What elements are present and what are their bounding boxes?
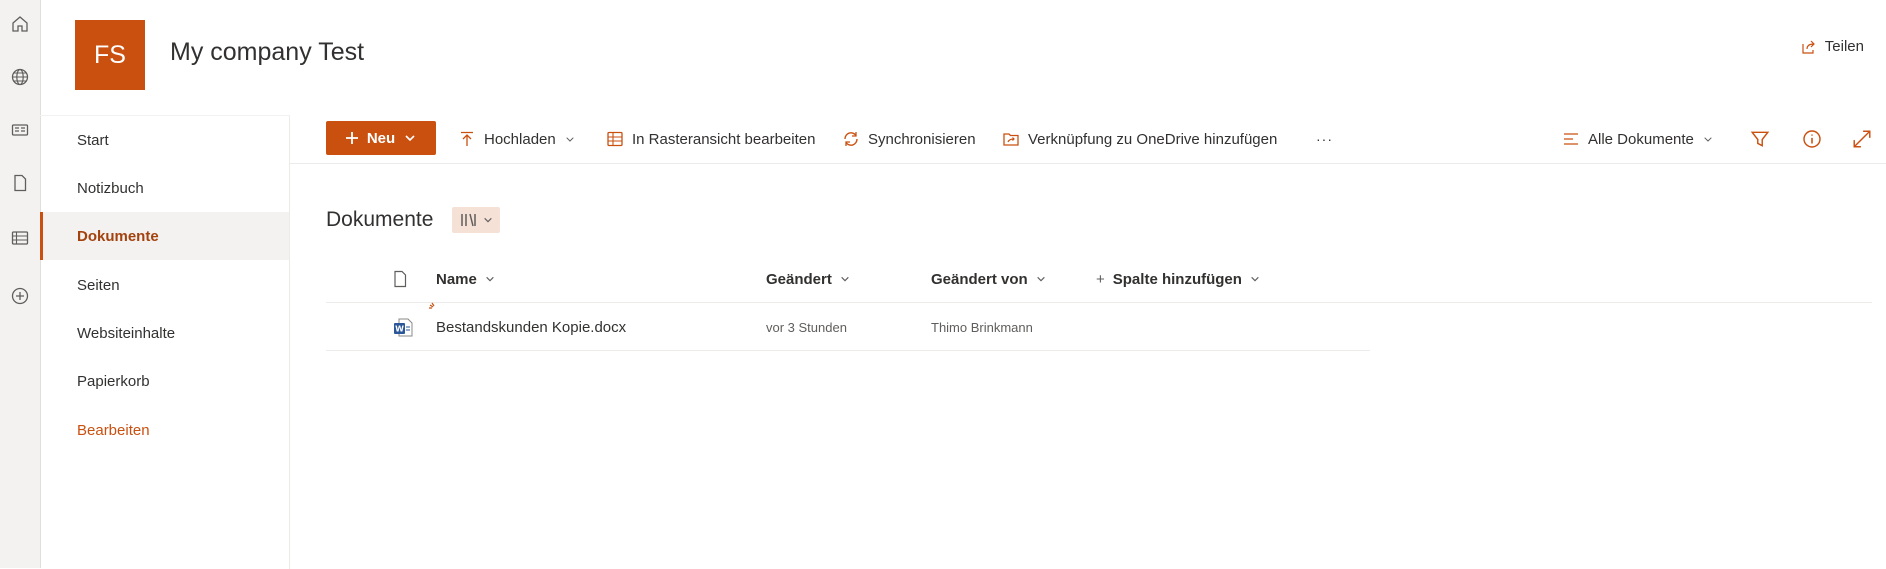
news-icon[interactable] — [0, 110, 40, 150]
view-switcher-button[interactable] — [452, 207, 500, 233]
chevron-down-icon — [405, 135, 415, 142]
chevron-down-icon — [1251, 276, 1259, 282]
add-column-label: Spalte hinzufügen — [1112, 270, 1242, 288]
command-bar: Neu Hochladen In Rasteransicht bearbeite… — [290, 115, 1886, 164]
view-lines-icon — [1564, 133, 1578, 145]
file-modified: vor 3 Stunden — [766, 319, 847, 335]
info-icon — [1803, 130, 1821, 148]
onedrive-shortcut-button[interactable]: Verknüpfung zu OneDrive hinzufügen — [1002, 115, 1277, 163]
sync-icon — [844, 132, 858, 146]
word-doc-icon[interactable]: W — [392, 310, 414, 344]
share-label: Teilen — [1824, 38, 1864, 55]
file-icon[interactable] — [0, 163, 40, 203]
filter-button[interactable] — [1750, 115, 1770, 163]
info-button[interactable] — [1802, 115, 1822, 163]
filter-icon — [1750, 131, 1770, 147]
modified-by-column-header[interactable]: Geändert von — [931, 260, 1046, 298]
site-header: FS My company Test Teilen — [40, 0, 1886, 115]
home-icon[interactable] — [0, 4, 40, 44]
left-navigation: Start Notizbuch Dokumente Seiten Website… — [40, 115, 290, 569]
chevron-down-icon — [486, 276, 494, 282]
shortcut-icon — [1003, 133, 1019, 146]
grid-edit-label: In Rasteransicht bearbeiten — [632, 130, 816, 148]
library-title: Dokumente — [326, 208, 434, 231]
name-column-label: Name — [436, 270, 477, 288]
share-icon — [1802, 40, 1815, 54]
chevron-down-icon — [841, 276, 849, 282]
file-name-link[interactable]: Bestandskunden Kopie.docx — [436, 310, 626, 344]
file-type-column-header[interactable] — [392, 260, 408, 298]
library-view-icon — [461, 213, 476, 227]
file-modified-by[interactable]: Thimo Brinkmann — [931, 310, 1033, 344]
sync-label: Synchronisieren — [868, 130, 976, 148]
view-selector[interactable]: Alle Dokumente — [1562, 115, 1714, 163]
share-button[interactable]: Teilen — [1801, 38, 1864, 55]
add-column-plus: + — [1096, 270, 1105, 288]
nav-item-notizbuch[interactable]: Notizbuch — [40, 164, 289, 212]
new-button[interactable]: Neu — [326, 121, 436, 155]
sync-button[interactable]: Synchronisieren — [842, 115, 976, 163]
chevron-down-icon — [1036, 276, 1045, 282]
chevron-down-icon — [484, 217, 492, 223]
site-logo[interactable]: FS — [75, 20, 145, 90]
site-title[interactable]: My company Test — [170, 38, 364, 67]
nav-item-dokumente[interactable]: Dokumente — [40, 212, 289, 260]
nav-item-seiten[interactable]: Seiten — [40, 261, 289, 309]
grid-edit-button[interactable]: In Rasteransicht bearbeiten — [606, 115, 815, 163]
list-icon[interactable] — [0, 218, 40, 258]
nav-item-start[interactable]: Start — [40, 116, 289, 164]
upload-icon — [461, 131, 473, 146]
grid-icon — [607, 131, 623, 147]
file-name[interactable]: Bestandskunden Kopie.docx — [436, 319, 626, 336]
add-circle-icon[interactable] — [0, 276, 40, 316]
plus-icon — [345, 132, 358, 144]
column-header-divider — [326, 302, 1872, 303]
nav-item-websiteinhalte[interactable]: Websiteinhalte — [40, 309, 289, 357]
row-divider — [326, 350, 1370, 351]
modified-by-column-label: Geändert von — [931, 270, 1028, 288]
file-type-icon — [394, 270, 407, 288]
name-column-header[interactable]: Name — [436, 260, 495, 298]
add-column-header[interactable]: + Spalte hinzufügen — [1096, 260, 1260, 298]
svg-text:W: W — [395, 325, 404, 334]
upload-label: Hochladen — [484, 130, 556, 148]
view-selector-label: Alle Dokumente — [1588, 130, 1694, 148]
globe-icon[interactable] — [0, 57, 40, 97]
expand-button[interactable] — [1852, 115, 1872, 163]
onedrive-shortcut-label: Verknüpfung zu OneDrive hinzufügen — [1028, 130, 1278, 148]
new-button-label: Neu — [366, 129, 396, 147]
app-rail — [0, 0, 41, 568]
chevron-down-icon — [1704, 137, 1712, 142]
nav-edit-link[interactable]: Bearbeiten — [40, 406, 289, 454]
chevron-down-icon — [566, 137, 574, 142]
upload-button[interactable]: Hochladen — [458, 115, 576, 163]
modified-column-label: Geändert — [766, 270, 832, 288]
expand-icon — [1853, 130, 1871, 148]
nav-item-papierkorb[interactable]: Papierkorb — [40, 357, 289, 405]
modified-column-header[interactable]: Geändert — [766, 260, 850, 298]
more-commands-button[interactable]: ··· — [1316, 115, 1333, 163]
